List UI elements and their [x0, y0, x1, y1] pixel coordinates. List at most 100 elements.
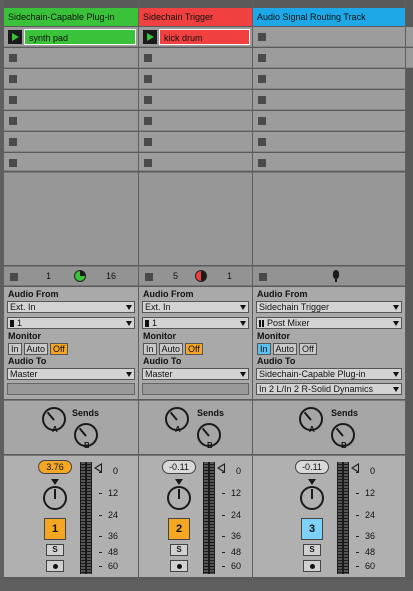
- audio-from-select[interactable]: Sidechain Trigger: [256, 301, 402, 313]
- stop-icon[interactable]: [9, 159, 17, 167]
- stop-icon[interactable]: [144, 54, 152, 62]
- monitor-off-button[interactable]: Off: [50, 343, 68, 355]
- solo-button[interactable]: S: [303, 544, 321, 556]
- stop-icon[interactable]: [258, 33, 266, 41]
- stop-icon[interactable]: [9, 117, 17, 125]
- stop-icon[interactable]: [144, 96, 152, 104]
- audio-to-channel-value: In 2 L/In 2 R-Solid Dynamics: [259, 384, 374, 394]
- stop-all-icon[interactable]: [10, 273, 18, 281]
- stop-icon[interactable]: [144, 159, 152, 167]
- clip-slot[interactable]: [4, 132, 138, 152]
- scale-label: 24: [107, 510, 118, 520]
- track-status-bar: 1 16: [4, 266, 138, 286]
- clip-slot[interactable]: [253, 132, 405, 152]
- track-activator-button[interactable]: 2: [168, 518, 190, 540]
- clip-slot[interactable]: [253, 69, 405, 89]
- pan-knob[interactable]: [167, 479, 191, 510]
- clip-slot[interactable]: [139, 69, 252, 89]
- track-3: Audio Signal Routing Track Audio From Si…: [253, 0, 405, 580]
- arm-record-button[interactable]: [303, 560, 321, 572]
- play-icon[interactable]: [143, 30, 157, 44]
- pan-value[interactable]: 3.76: [38, 460, 72, 474]
- stop-icon[interactable]: [9, 96, 17, 104]
- stop-icon[interactable]: [144, 75, 152, 83]
- pan-value[interactable]: -0.11: [162, 460, 196, 474]
- clip-slot[interactable]: [139, 153, 252, 171]
- audio-from-select[interactable]: Ext. In: [7, 301, 135, 313]
- pan-knob[interactable]: [43, 479, 67, 510]
- audio-to-select[interactable]: Sidechain-Capable Plug-in: [256, 368, 402, 380]
- clip-slot[interactable]: [139, 111, 252, 131]
- pan-value[interactable]: -0.11: [295, 460, 329, 474]
- input-channel-select[interactable]: 1: [7, 317, 135, 329]
- clip-slot[interactable]: [4, 111, 138, 131]
- clip-slot[interactable]: [406, 27, 413, 47]
- audio-to-label: Audio To: [143, 356, 182, 366]
- clip-slot[interactable]: kick drum: [139, 27, 252, 47]
- stop-icon[interactable]: [9, 54, 17, 62]
- level-meter: [80, 462, 92, 574]
- monitor-auto-button[interactable]: Auto: [158, 343, 184, 355]
- stop-icon[interactable]: [258, 159, 266, 167]
- clip-slot[interactable]: [253, 90, 405, 110]
- audio-from-select[interactable]: Ext. In: [142, 301, 249, 313]
- solo-button[interactable]: S: [46, 544, 64, 556]
- audio-to-value: Master: [145, 369, 173, 379]
- stop-all-icon[interactable]: [145, 273, 153, 281]
- clip-slot[interactable]: [4, 48, 138, 68]
- empty-clip-area: [4, 172, 138, 265]
- audio-to-select[interactable]: Master: [142, 368, 249, 380]
- stop-icon[interactable]: [9, 75, 17, 83]
- track-title[interactable]: Sidechain-Capable Plug-in: [4, 8, 138, 26]
- monitor-in-button[interactable]: In: [257, 343, 271, 355]
- track-activator-button[interactable]: 3: [301, 518, 323, 540]
- clip-name[interactable]: kick drum: [159, 29, 250, 45]
- audio-to-select[interactable]: Master: [7, 368, 135, 380]
- stop-icon[interactable]: [9, 138, 17, 146]
- clip-slot[interactable]: [139, 48, 252, 68]
- play-icon[interactable]: [8, 30, 22, 44]
- stop-icon[interactable]: [258, 96, 266, 104]
- monitor-auto-button[interactable]: Auto: [272, 343, 298, 355]
- clip-slot[interactable]: [253, 153, 405, 171]
- stop-icon[interactable]: [258, 117, 266, 125]
- monitor-in-button[interactable]: In: [143, 343, 157, 355]
- clip-slot[interactable]: [139, 90, 252, 110]
- pan-knob[interactable]: [300, 479, 324, 510]
- audio-from-value: Sidechain Trigger: [259, 302, 330, 312]
- clip-slot[interactable]: [406, 48, 413, 68]
- clip-slot[interactable]: [253, 111, 405, 131]
- stop-icon[interactable]: [258, 75, 266, 83]
- arm-record-button[interactable]: [170, 560, 188, 572]
- track-title[interactable]: Sidechain Trigger: [139, 8, 252, 26]
- track-title[interactable]: Audio Signal Routing Track: [253, 8, 405, 26]
- monitor-in-button[interactable]: In: [8, 343, 22, 355]
- track-status-bar: [253, 266, 405, 286]
- clip-slot[interactable]: [253, 27, 405, 47]
- clip-slot[interactable]: synth pad: [4, 27, 138, 47]
- clip-slot[interactable]: [4, 69, 138, 89]
- clip-slot[interactable]: [139, 132, 252, 152]
- clip-slot[interactable]: [4, 90, 138, 110]
- monitor-auto-button[interactable]: Auto: [23, 343, 49, 355]
- stop-icon[interactable]: [144, 117, 152, 125]
- arm-record-button[interactable]: [46, 560, 64, 572]
- clip-name[interactable]: synth pad: [24, 29, 136, 45]
- stop-icon[interactable]: [258, 138, 266, 146]
- input-channel-value: 1: [17, 318, 23, 328]
- solo-button[interactable]: S: [170, 544, 188, 556]
- stop-icon[interactable]: [144, 138, 152, 146]
- monitor-off-button[interactable]: Off: [185, 343, 203, 355]
- input-channel-select[interactable]: 1: [142, 317, 249, 329]
- stop-icon[interactable]: [258, 54, 266, 62]
- stop-all-icon[interactable]: [259, 273, 267, 281]
- clip-slot[interactable]: [253, 48, 405, 68]
- clip-slot[interactable]: [4, 153, 138, 171]
- sends-label: Sends: [197, 408, 225, 418]
- input-channel-select[interactable]: Post Mixer: [256, 317, 402, 329]
- audio-to-label: Audio To: [257, 356, 296, 366]
- audio-to-label: Audio To: [8, 356, 47, 366]
- monitor-off-button[interactable]: Off: [299, 343, 317, 355]
- track-activator-button[interactable]: 1: [44, 518, 66, 540]
- audio-to-channel-select[interactable]: In 2 L/In 2 R-Solid Dynamics: [256, 383, 402, 395]
